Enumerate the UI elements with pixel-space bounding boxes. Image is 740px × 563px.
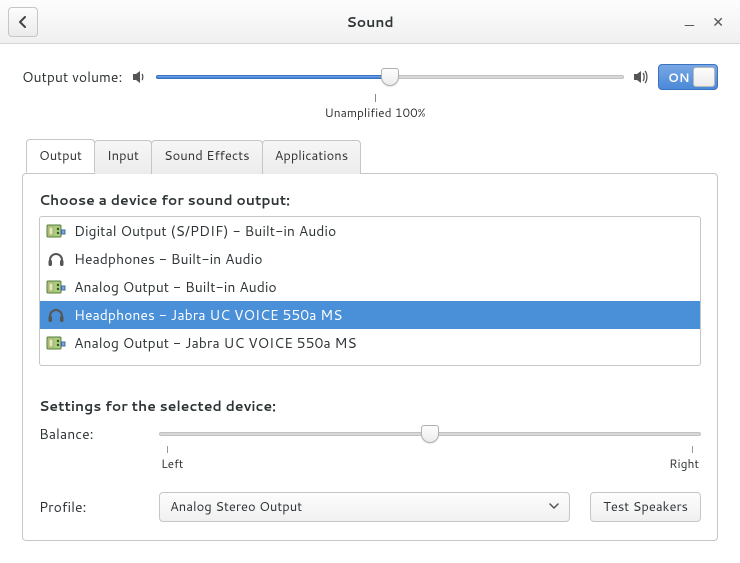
device-item-label: Headphones - Built-in Audio <box>74 249 263 269</box>
balance-right-label: Right <box>669 455 699 472</box>
tab-bar: Output Input Sound Effects Applications <box>22 139 718 173</box>
minimize-button[interactable]: — <box>685 18 694 32</box>
tab-panel-output: Choose a device for sound output: Digita… <box>22 173 718 541</box>
headphones-icon <box>46 306 66 324</box>
close-button[interactable]: ✕ <box>712 15 724 29</box>
device-item[interactable]: Headphones - Jabra UC VOICE 550a MS <box>40 301 700 329</box>
volume-tick-label: Unamplified 100% <box>22 94 718 121</box>
device-item-label: Digital Output (S/PDIF) - Built-in Audio <box>74 221 336 241</box>
toggle-on-label: ON <box>668 69 690 86</box>
tab-output[interactable]: Output <box>26 139 95 173</box>
device-item-label: Headphones - Jabra UC VOICE 550a MS <box>74 305 342 325</box>
profile-label: Profile: <box>39 497 139 517</box>
output-volume-row: Output volume: ON <box>22 64 718 90</box>
tab-sound-effects[interactable]: Sound Effects <box>151 140 263 174</box>
back-button[interactable] <box>8 7 38 37</box>
balance-slider[interactable] <box>159 424 701 444</box>
profile-combobox[interactable]: Analog Stereo Output <box>159 492 570 522</box>
test-speakers-button[interactable]: Test Speakers <box>590 492 701 522</box>
tab-applications[interactable]: Applications <box>262 140 362 174</box>
profile-selected-value: Analog Stereo Output <box>170 498 302 516</box>
output-device-list[interactable]: Digital Output (S/PDIF) - Built-in Audio… <box>39 216 701 366</box>
device-item[interactable]: Analog Output - Built-in Audio <box>40 273 700 301</box>
audio-card-icon <box>46 278 66 296</box>
device-item-label: Analog Output - Jabra UC VOICE 550a MS <box>74 333 357 353</box>
chevron-down-icon <box>549 498 559 516</box>
window-title: Sound <box>0 12 740 32</box>
toggle-knob <box>693 67 715 87</box>
output-volume-label: Output volume: <box>22 67 122 87</box>
balance-left-label: Left <box>161 455 183 472</box>
choose-device-label: Choose a device for sound output: <box>39 190 701 210</box>
device-item[interactable]: Analog Output - Jabra UC VOICE 550a MS <box>40 329 700 357</box>
device-item[interactable]: Headphones - Built-in Audio <box>40 245 700 273</box>
audio-card-icon <box>46 222 66 240</box>
titlebar: Sound — ✕ <box>0 0 740 44</box>
headphones-icon <box>46 250 66 268</box>
balance-label: Balance: <box>39 424 139 444</box>
device-item[interactable]: Digital Output (S/PDIF) - Built-in Audio <box>40 217 700 245</box>
audio-card-icon <box>46 334 66 352</box>
device-item-label: Analog Output - Built-in Audio <box>74 277 277 297</box>
output-volume-slider[interactable] <box>156 67 624 87</box>
speaker-high-icon <box>632 68 650 86</box>
chevron-left-icon <box>17 16 29 28</box>
speaker-low-icon <box>130 68 148 86</box>
settings-for-device-label: Settings for the selected device: <box>39 396 701 416</box>
tab-input[interactable]: Input <box>94 140 152 174</box>
window-controls: — ✕ <box>685 15 732 29</box>
output-volume-toggle[interactable]: ON <box>658 64 718 90</box>
